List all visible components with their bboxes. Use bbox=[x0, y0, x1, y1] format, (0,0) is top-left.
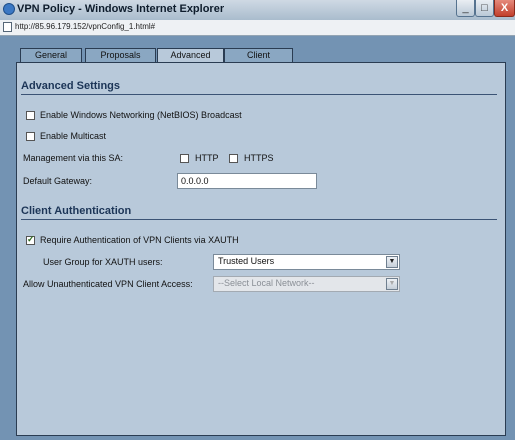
tab-client[interactable]: Client bbox=[224, 48, 293, 62]
netbios-checkbox[interactable] bbox=[26, 111, 35, 120]
user-group-value: Trusted Users bbox=[218, 256, 275, 266]
section-divider bbox=[21, 219, 497, 220]
unauth-access-value: --Select Local Network-- bbox=[218, 278, 315, 288]
unauth-access-select[interactable]: --Select Local Network-- ▼ bbox=[213, 276, 400, 292]
close-button[interactable]: X bbox=[494, 0, 515, 17]
tab-proposals[interactable]: Proposals bbox=[85, 48, 156, 62]
xauth-checkbox[interactable] bbox=[26, 234, 35, 245]
page-icon bbox=[3, 22, 12, 32]
section-divider bbox=[21, 94, 497, 95]
tab-general[interactable]: General bbox=[20, 48, 82, 62]
user-group-select[interactable]: Trusted Users ▼ bbox=[213, 254, 400, 270]
xauth-label: Require Authentication of VPN Clients vi… bbox=[40, 235, 239, 245]
minimize-button[interactable]: _ bbox=[456, 0, 475, 17]
default-gateway-input[interactable]: 0.0.0.0 bbox=[177, 173, 317, 189]
url-text[interactable]: http://85.96.179.152/vpnConfig_1.html# bbox=[15, 22, 155, 31]
netbios-label: Enable Windows Networking (NetBIOS) Broa… bbox=[40, 110, 242, 120]
advanced-settings-title: Advanced Settings bbox=[21, 80, 121, 92]
dialog-content: General Proposals Advanced Client Advanc… bbox=[0, 36, 515, 440]
chevron-down-icon: ▼ bbox=[386, 278, 398, 290]
maximize-button[interactable]: □ bbox=[475, 0, 494, 17]
management-label: Management via this SA: bbox=[23, 153, 124, 163]
http-checkbox[interactable] bbox=[180, 154, 189, 163]
https-checkbox[interactable] bbox=[229, 154, 238, 163]
tab-advanced[interactable]: Advanced bbox=[157, 48, 224, 63]
multicast-label: Enable Multicast bbox=[40, 131, 107, 141]
advanced-panel: Advanced Settings Enable Windows Network… bbox=[16, 62, 506, 436]
ie-icon bbox=[3, 3, 15, 15]
client-authentication-title: Client Authentication bbox=[21, 205, 132, 217]
window-title: VPN Policy - Windows Internet Explorer bbox=[17, 3, 225, 15]
unauth-access-label: Allow Unauthenticated VPN Client Access: bbox=[23, 279, 193, 289]
chevron-down-icon[interactable]: ▼ bbox=[386, 256, 398, 268]
http-label: HTTP bbox=[195, 153, 219, 163]
multicast-checkbox[interactable] bbox=[26, 132, 35, 141]
user-group-label: User Group for XAUTH users: bbox=[43, 257, 163, 267]
window-titlebar: VPN Policy - Windows Internet Explorer _… bbox=[0, 0, 515, 21]
address-bar[interactable]: http://85.96.179.152/vpnConfig_1.html# bbox=[0, 20, 515, 36]
https-label: HTTPS bbox=[244, 153, 274, 163]
default-gateway-label: Default Gateway: bbox=[23, 176, 93, 186]
